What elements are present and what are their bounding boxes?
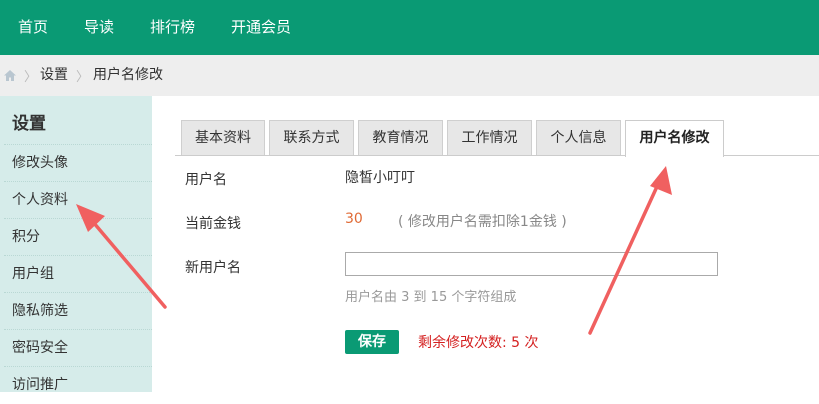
sidebar-title: 设置	[12, 114, 46, 134]
top-navbar: 首页 导读 排行榜 开通会员	[0, 0, 819, 55]
breadcrumb-current: 用户名修改	[93, 67, 163, 83]
annotation-arrow	[588, 166, 672, 335]
tab-username-change[interactable]: 用户名修改	[625, 120, 724, 157]
settings-sidebar: 设置 修改头像 个人资料 积分 用户组 隐私筛选 密码安全 访问推广	[0, 96, 152, 393]
money-value: 30	[345, 211, 363, 227]
nav-membership[interactable]: 开通会员	[231, 0, 291, 55]
money-label: 当前金钱	[185, 216, 241, 232]
username-hint: 用户名由 3 到 15 个字符组成	[345, 290, 517, 305]
tab-basic-info[interactable]: 基本资料	[181, 120, 265, 155]
nav-ranking[interactable]: 排行榜	[150, 0, 195, 55]
sidebar-item-profile[interactable]: 个人资料	[4, 181, 152, 218]
remaining-changes: 剩余修改次数: 5 次	[418, 335, 539, 351]
breadcrumb-separator: 〉	[76, 70, 90, 85]
money-note: ( 修改用户名需扣除1金钱 )	[398, 214, 567, 230]
home-icon[interactable]	[3, 69, 17, 82]
tab-work[interactable]: 工作情况	[447, 120, 532, 155]
username-value: 隐皙小叮叮	[345, 170, 415, 186]
nav-home[interactable]: 首页	[18, 0, 48, 55]
sidebar-item-password[interactable]: 密码安全	[4, 329, 152, 366]
nav-guide[interactable]: 导读	[84, 0, 114, 55]
sidebar-item-promotion[interactable]: 访问推广	[4, 366, 152, 403]
new-username-label: 新用户名	[185, 260, 241, 276]
sidebar-item-avatar[interactable]: 修改头像	[4, 144, 152, 181]
new-username-input[interactable]	[345, 252, 718, 276]
save-button[interactable]: 保存	[345, 330, 399, 354]
sidebar-item-privacy[interactable]: 隐私筛选	[4, 292, 152, 329]
tab-contact[interactable]: 联系方式	[269, 120, 354, 155]
breadcrumb: 〉 设置 〉 用户名修改	[0, 55, 819, 96]
sidebar-item-points[interactable]: 积分	[4, 218, 152, 255]
tab-education[interactable]: 教育情况	[358, 120, 443, 155]
tab-personal-info[interactable]: 个人信息	[536, 120, 621, 155]
sidebar-item-usergroup[interactable]: 用户组	[4, 255, 152, 292]
username-label: 用户名	[185, 172, 227, 188]
breadcrumb-separator: 〉	[24, 70, 38, 85]
breadcrumb-settings[interactable]: 设置	[40, 66, 68, 84]
